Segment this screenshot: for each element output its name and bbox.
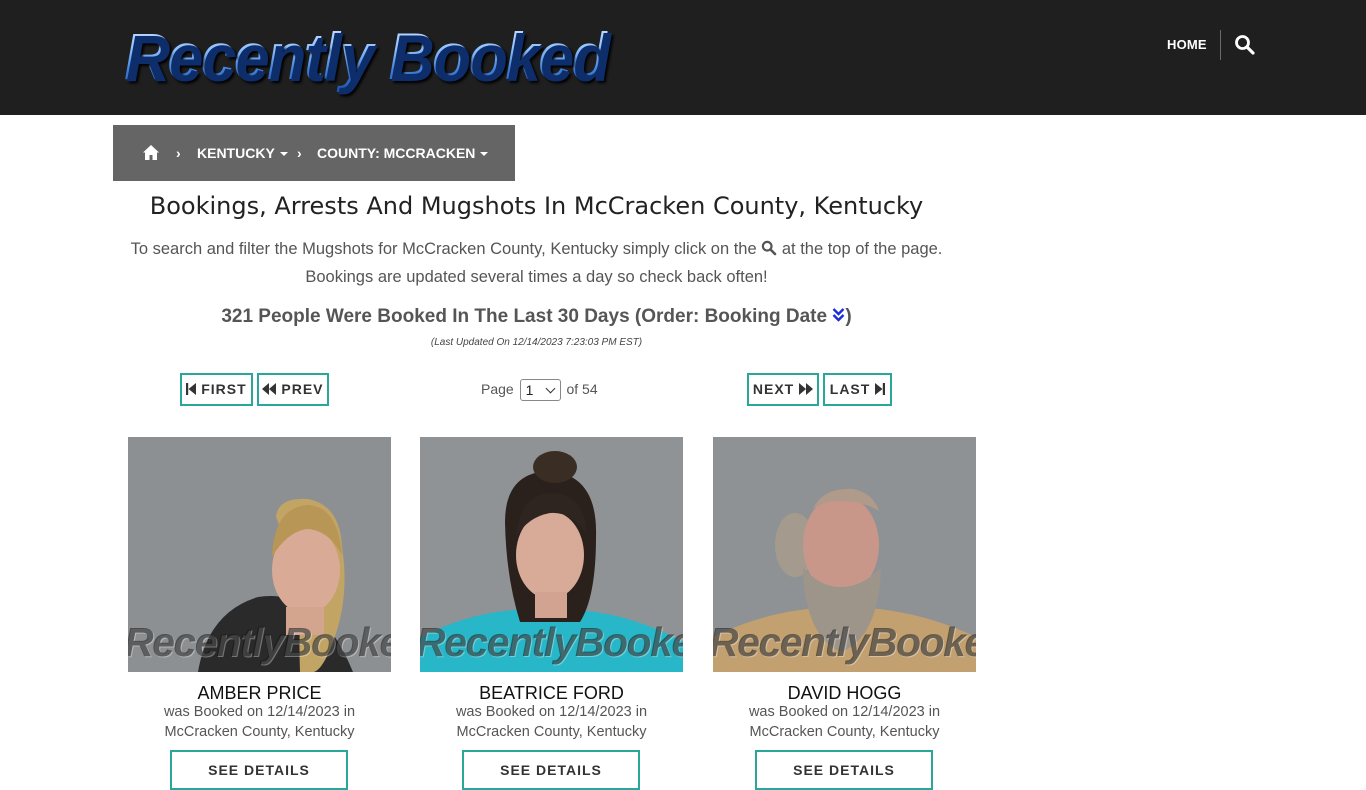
search-icon (761, 238, 777, 264)
breadcrumb: › KENTUCKY › COUNTY: MCCRACKEN (113, 125, 515, 181)
skip-back-icon (186, 376, 197, 405)
mugshot-photo[interactable]: RecentlyBooked.com (713, 437, 976, 672)
caret-down-icon (279, 152, 288, 157)
mugshot-photo[interactable]: RecentlyBooked.com (128, 437, 391, 672)
breadcrumb-county-dropdown[interactable]: COUNTY: MCCRACKEN (317, 144, 489, 162)
intro-line1-before: To search and filter the Mugshots for Mc… (130, 240, 757, 258)
first-page-button[interactable]: FIRST (180, 373, 253, 406)
booking-count-text: 321 People Were Booked In The Last 30 Da… (221, 306, 828, 327)
chevron-right-icon: › (176, 145, 181, 161)
watermark-text: RecentlyBooked.com (713, 619, 976, 665)
page-selector: Page 1 of 54 (481, 377, 598, 402)
page-title: Bookings, Arrests And Mugshots In McCrac… (149, 192, 924, 220)
nav-divider (1220, 30, 1221, 60)
home-icon[interactable] (142, 144, 160, 161)
intro-text: To search and filter the Mugshots for Mc… (113, 236, 960, 290)
last-page-button[interactable]: LAST (823, 373, 892, 406)
order-toggle-icon[interactable] (832, 306, 845, 327)
booking-description: was Booked on 12/14/2023 in McCracken Co… (455, 704, 648, 740)
skip-forward-icon (875, 376, 886, 405)
booking-name[interactable]: AMBER PRICE (128, 682, 391, 704)
watermark-text: RecentlyBooked.com (128, 619, 391, 665)
chevron-down-icon (545, 383, 556, 394)
site-header: Recently Booked HOME (0, 0, 1366, 115)
see-details-button[interactable]: SEE DETAILS (462, 750, 640, 790)
intro-line1-after: at the top of the page. (781, 240, 943, 258)
booking-name[interactable]: BEATRICE FORD (420, 682, 683, 704)
booking-description: was Booked on 12/14/2023 in McCracken Co… (163, 704, 356, 740)
last-updated: (Last Updated On 12/14/2023 7:23:03 PM E… (430, 337, 643, 348)
mugshot-photo[interactable]: RecentlyBooked.com (420, 437, 683, 672)
site-logo[interactable]: Recently Booked (124, 16, 609, 96)
rewind-icon (262, 376, 277, 405)
booking-description: was Booked on 12/14/2023 in McCracken Co… (748, 704, 941, 740)
booking-count-close: ) (845, 306, 852, 327)
page-select-dropdown[interactable]: 1 (519, 379, 561, 402)
caret-down-icon (480, 152, 489, 157)
chevron-right-icon: › (297, 145, 302, 161)
prev-page-button[interactable]: PREV (257, 373, 329, 406)
breadcrumb-state-dropdown[interactable]: KENTUCKY (197, 144, 288, 162)
see-details-button[interactable]: SEE DETAILS (755, 750, 933, 790)
intro-line2: Bookings are updated several times a day… (305, 268, 768, 286)
next-page-button[interactable]: NEXT (747, 373, 819, 406)
see-details-button[interactable]: SEE DETAILS (170, 750, 348, 790)
nav-home-link[interactable]: HOME (1167, 36, 1207, 54)
booking-count: 321 People Were Booked In The Last 30 Da… (113, 304, 960, 330)
watermark-text: RecentlyBooked.com (420, 619, 683, 665)
booking-name[interactable]: DAVID HOGG (713, 682, 976, 704)
search-icon[interactable] (1234, 34, 1256, 56)
fast-forward-icon (799, 376, 814, 405)
